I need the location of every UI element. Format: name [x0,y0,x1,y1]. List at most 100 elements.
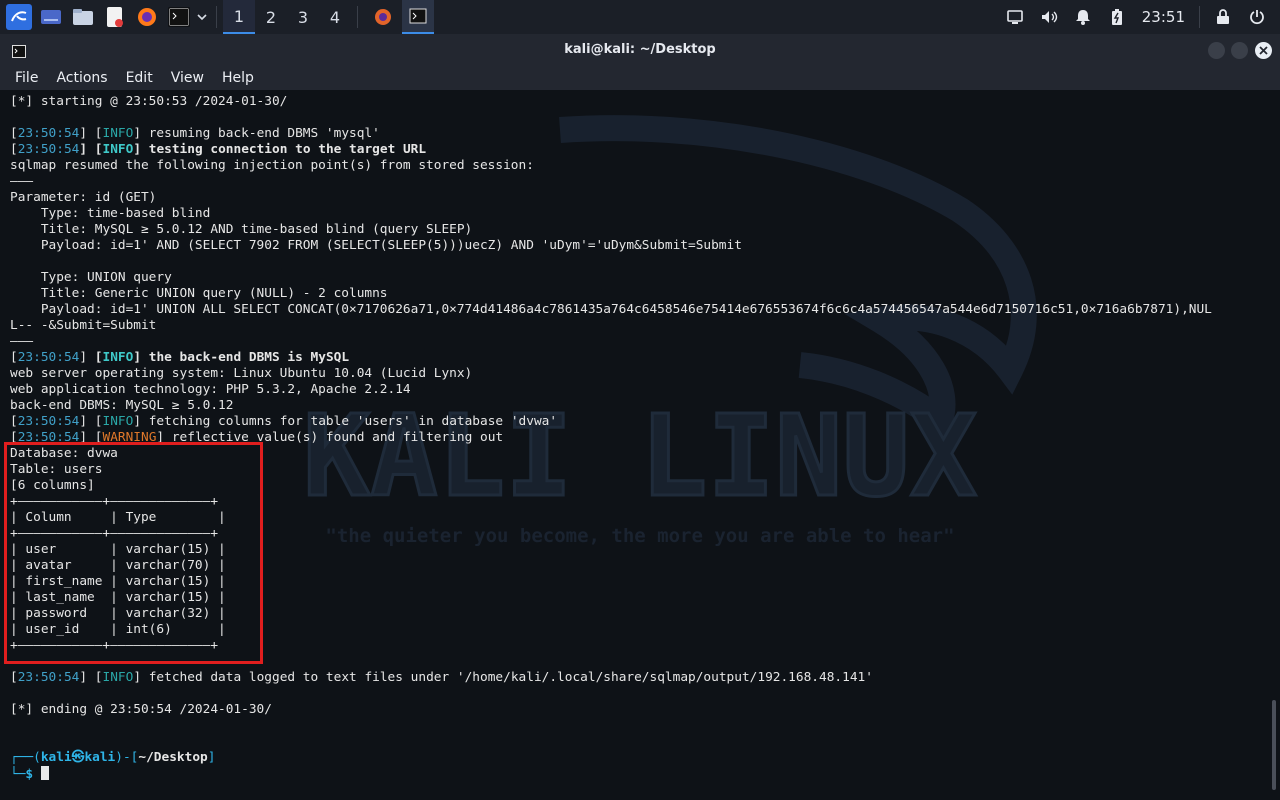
clock[interactable]: 23:51 [1142,8,1185,26]
terminal-line: [23:50:54] [INFO] the back-end DBMS is M… [10,350,1212,366]
terminal-text: L-- -&Submit=Submit [10,318,157,333]
terminal-text: [*] ending @ 23:50:54 /2024-01-30/ [10,702,272,717]
terminal-text: [ [10,126,18,141]
terminal-line: Title: Generic UNION query (NULL) - 2 co… [10,286,1212,302]
menu-bar: File Actions Edit View Help [0,66,1280,90]
terminal-text: Title: Generic UNION query (NULL) - 2 co… [10,286,388,301]
terminal-line: [23:50:54] [INFO] fetching columns for t… [10,414,1212,430]
terminal-text: ~/Desktop [138,750,208,765]
terminal-text: Title: MySQL ≥ 5.0.12 AND time-based bli… [10,222,473,237]
terminal-line: [*] ending @ 23:50:54 /2024-01-30/ [10,702,1212,718]
lock-icon[interactable] [1210,4,1236,30]
terminal-text: INFO [102,126,134,141]
workspace-4[interactable]: 4 [319,0,351,34]
show-desktop-icon[interactable] [38,4,64,30]
terminal-text: 23:50:54 [17,126,80,141]
battery-icon[interactable] [1104,4,1130,30]
display-icon[interactable] [1002,4,1028,30]
maximize-button[interactable] [1231,42,1248,59]
volume-icon[interactable] [1036,4,1062,30]
terminal-line: ——— [10,174,1212,190]
terminal-line: web server operating system: Linux Ubunt… [10,366,1212,382]
terminal-text: [ [10,414,18,429]
terminal-text: [ [10,350,18,365]
firefox-window-icon[interactable] [370,4,396,30]
terminal-text: ——— [10,334,34,349]
terminal-text: Payload: id=1' AND (SELECT 7902 FROM (SE… [10,238,742,253]
terminal-line: Type: UNION query [10,270,1212,286]
window-titlebar[interactable]: kali@kali: ~/Desktop [0,34,1280,66]
terminal-line: [23:50:54] [INFO] resuming back-end DBMS… [10,126,1212,142]
terminal-text: $ [25,767,41,782]
minimize-button[interactable] [1208,42,1225,59]
terminal-text: ] resuming back-end DBMS 'mysql' [133,126,380,141]
chevron-down-icon[interactable] [194,4,210,30]
file-manager-icon[interactable] [70,4,96,30]
menu-file[interactable]: File [15,70,38,86]
terminal-text: Type: UNION query [10,270,172,285]
taskbar: 1 2 3 4 23:51 [0,0,1280,34]
terminal-line: Payload: id=1' UNION ALL SELECT CONCAT(0… [10,302,1212,318]
close-icon [1259,46,1268,55]
terminal-text: INFO [102,142,134,157]
menu-help[interactable]: Help [222,70,254,86]
system-tray: 23:51 [998,0,1280,34]
terminal-text: ] fetched data logged to text files unde… [133,670,873,685]
workspace-2[interactable]: 2 [255,0,287,34]
terminal-text: ] fetching columns for table 'users' in … [133,414,558,429]
terminal-line: Title: MySQL ≥ 5.0.12 AND time-based bli… [10,222,1212,238]
menu-view[interactable]: View [171,70,204,86]
terminal-text: [ [10,142,18,157]
terminal-text: back-end DBMS: MySQL ≥ 5.0.12 [10,398,234,413]
menu-edit[interactable]: Edit [126,70,153,86]
terminal-text: INFO [102,670,134,685]
workspace-1[interactable]: 1 [223,0,255,34]
terminal-text: ] [79,350,95,365]
terminal-line: [23:50:54] [INFO] testing connection to … [10,142,1212,158]
menu-actions[interactable]: Actions [56,70,107,86]
window-title: kali@kali: ~/Desktop [564,42,716,57]
terminal-text: Payload: id=1' UNION ALL SELECT CONCAT(0… [10,302,1212,317]
terminal-text: ] [207,750,216,765]
terminal-text: Parameter: id (GET) [10,190,157,205]
terminal-text: ] [79,142,95,157]
terminal-line: sqlmap resumed the following injection p… [10,158,1212,174]
terminal-window-icon[interactable] [402,0,434,34]
firefox-icon[interactable] [134,4,160,30]
terminal-text: ] [ [79,126,103,141]
terminal-line: ┌──(kali㉿kali)-[~/Desktop] [10,750,1212,766]
terminal-launcher-icon[interactable] [166,4,192,30]
terminal-line: ——— [10,334,1212,350]
terminal-line: Payload: id=1' AND (SELECT 7902 FROM (SE… [10,238,1212,254]
terminal-line: Parameter: id (GET) [10,190,1212,206]
kali-menu-icon[interactable] [6,4,32,30]
terminal-text: web application technology: PHP 5.3.2, A… [10,382,411,397]
terminal-text: └─ [10,767,26,782]
text-editor-icon[interactable] [102,4,128,30]
terminal-text: kali㉿kali [40,750,116,765]
terminal-text: ] testing connection to the target URL [133,142,427,157]
terminal-text: 23:50:54 [17,670,80,685]
power-icon[interactable] [1244,4,1270,30]
terminal-text: ┌──( [10,750,41,765]
workspace-3[interactable]: 3 [287,0,319,34]
terminal-text: ] the back-end DBMS is MySQL [133,350,350,365]
terminal-text: INFO [102,350,134,365]
terminal-text: [*] starting @ 23:50:53 /2024-01-30/ [10,94,288,109]
terminal-output[interactable]: KALI LINUX "the quieter you become, the … [0,90,1280,800]
scrollbar[interactable] [1272,700,1276,790]
terminal-text: [ [94,142,103,157]
notifications-icon[interactable] [1070,4,1096,30]
terminal-text: sqlmap resumed the following injection p… [10,158,534,173]
close-button[interactable] [1255,42,1272,59]
terminal-text: Type: time-based blind [10,206,211,221]
terminal-line: Type: time-based blind [10,206,1212,222]
text-cursor [40,766,49,780]
terminal-text: web server operating system: Linux Ubunt… [10,366,473,381]
taskbar-separator [216,6,217,28]
terminal-text: 23:50:54 [17,350,80,365]
